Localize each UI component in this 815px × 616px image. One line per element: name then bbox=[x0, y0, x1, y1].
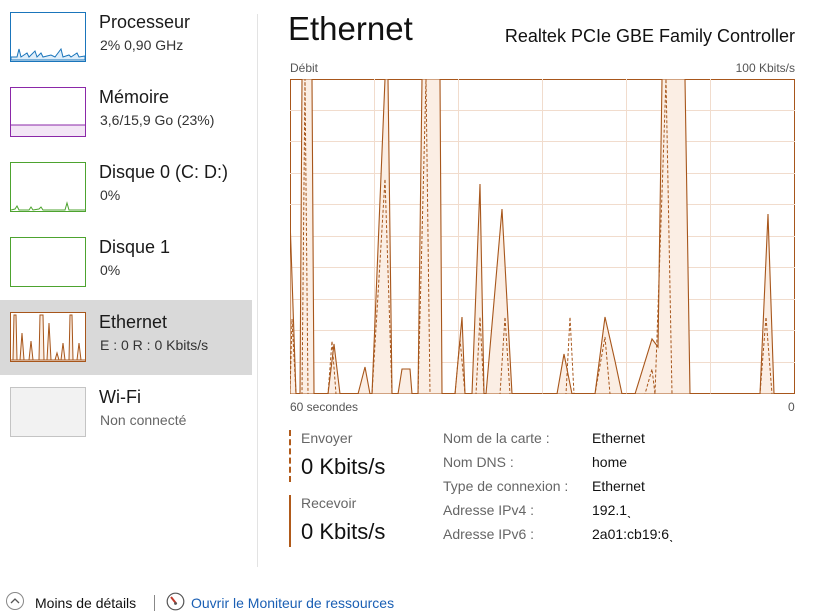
send-indicator-bar bbox=[289, 430, 291, 482]
sidebar-item-title: Ethernet bbox=[99, 312, 168, 332]
disk0-thumbnail-graph bbox=[10, 162, 86, 212]
open-resource-monitor-link[interactable]: Ouvrir le Moniteur de ressources bbox=[191, 595, 394, 611]
ethernet-thumbnail-graph bbox=[10, 312, 86, 362]
cpu-thumbnail-graph bbox=[10, 12, 86, 62]
resource-monitor-icon[interactable] bbox=[166, 592, 185, 611]
footer-separator bbox=[154, 595, 155, 611]
sidebar-item-subtitle: 2% 0,90 GHz bbox=[100, 37, 184, 53]
footer-bar: Moins de détails Ouvrir le Moniteur de r… bbox=[0, 582, 815, 612]
prop-value-ipv6: 2a01:cb19:6ˎ bbox=[592, 526, 674, 542]
sidebar: Processeur 2% 0,90 GHz Mémoire 3,6/15,9 … bbox=[0, 0, 252, 580]
sidebar-item-processeur[interactable]: Processeur 2% 0,90 GHz bbox=[0, 0, 252, 75]
sidebar-item-subtitle: E : 0 R : 0 Kbits/s bbox=[100, 337, 209, 353]
receive-indicator-bar bbox=[289, 495, 291, 547]
sidebar-item-title: Wi-Fi bbox=[99, 387, 141, 407]
disk1-thumbnail-graph bbox=[10, 237, 86, 287]
sidebar-item-wifi[interactable]: Wi-Fi Non connecté bbox=[0, 375, 252, 450]
prop-value-dns-name: home bbox=[592, 454, 628, 470]
memory-thumbnail-graph bbox=[10, 87, 86, 137]
send-label: Envoyer bbox=[301, 430, 353, 446]
chevron-up-icon bbox=[10, 598, 20, 604]
panel-divider bbox=[257, 14, 258, 567]
graph-label-bottom-right: 0 bbox=[788, 400, 795, 414]
prop-key-adapter-name: Nom de la carte : bbox=[443, 430, 550, 446]
throughput-graph bbox=[289, 78, 795, 395]
sidebar-item-ethernet[interactable]: Ethernet E : 0 R : 0 Kbits/s bbox=[0, 300, 252, 375]
sidebar-item-title: Mémoire bbox=[99, 87, 170, 107]
throughput-graph-svg bbox=[289, 78, 795, 395]
sidebar-item-subtitle: 0% bbox=[100, 187, 121, 203]
adapter-name: Realtek PCIe GBE Family Controller bbox=[504, 26, 795, 46]
prop-value-adapter-name: Ethernet bbox=[592, 430, 645, 446]
prop-key-dns-name: Nom DNS : bbox=[443, 454, 514, 470]
sidebar-item-title: Processeur bbox=[99, 12, 191, 32]
prop-key-ipv4: Adresse IPv4 : bbox=[443, 502, 535, 518]
sidebar-item-memoire[interactable]: Mémoire 3,6/15,9 Go (23%) bbox=[0, 75, 252, 150]
sidebar-item-disque-1[interactable]: Disque 1 0% bbox=[0, 225, 252, 300]
sidebar-item-subtitle: 0% bbox=[100, 262, 121, 278]
send-value: 0 Kbits/s bbox=[301, 454, 386, 479]
collapse-details-button[interactable] bbox=[6, 592, 24, 610]
page-title: Ethernet bbox=[288, 10, 413, 47]
less-details-link[interactable]: Moins de détails bbox=[35, 595, 136, 611]
graph-label-bottom-left: 60 secondes bbox=[290, 400, 359, 414]
prop-key-connection-type: Type de connexion : bbox=[443, 478, 569, 494]
sidebar-item-title: Disque 1 bbox=[99, 237, 171, 257]
prop-value-ipv4: 192.1ˎ bbox=[592, 502, 632, 518]
sidebar-item-subtitle: Non connecté bbox=[100, 412, 187, 428]
prop-value-connection-type: Ethernet bbox=[592, 478, 645, 494]
sidebar-item-subtitle: 3,6/15,9 Go (23%) bbox=[100, 112, 215, 128]
receive-label: Recevoir bbox=[301, 495, 357, 511]
sidebar-item-disque-0[interactable]: Disque 0 (C: D:) 0% bbox=[0, 150, 252, 225]
graph-label-top-left: Débit bbox=[290, 61, 319, 75]
wifi-thumbnail-graph bbox=[10, 387, 86, 437]
sidebar-item-title: Disque 0 (C: D:) bbox=[99, 162, 229, 182]
graph-label-top-right: 100 Kbits/s bbox=[735, 61, 795, 75]
prop-key-ipv6: Adresse IPv6 : bbox=[443, 526, 535, 542]
receive-value: 0 Kbits/s bbox=[301, 519, 386, 544]
